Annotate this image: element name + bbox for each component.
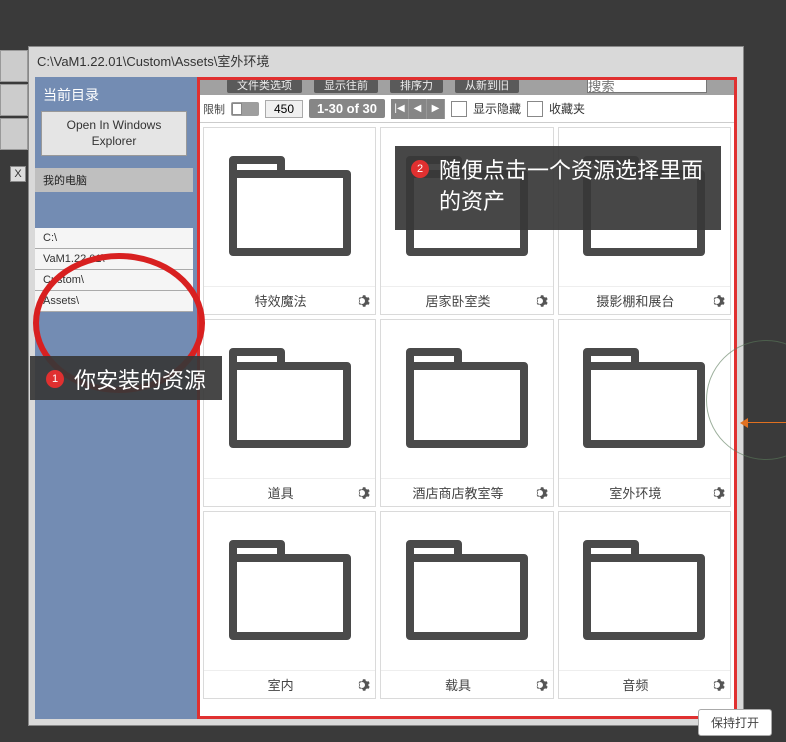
folder-thumbnail xyxy=(559,320,730,478)
gear-icon[interactable] xyxy=(531,484,549,502)
folder-thumbnail xyxy=(204,128,375,286)
toolbar-top: 文件类选项 显示往前 排序力 从新到旧 xyxy=(197,77,737,95)
open-explorer-button[interactable]: Open In Windows Explorer xyxy=(41,111,187,156)
callout-text-1: 你安装的资源 xyxy=(74,366,206,397)
folder-icon xyxy=(579,536,709,646)
sort-order-button[interactable]: 从新到旧 xyxy=(455,79,519,93)
folder-thumbnail xyxy=(381,320,552,478)
callout-text-2: 随便点击一个资源选择里面的资产 xyxy=(439,156,705,218)
folder-item[interactable]: 室内 xyxy=(203,511,376,699)
gear-icon[interactable] xyxy=(708,676,726,694)
gear-icon[interactable] xyxy=(531,292,549,310)
toolbar-mid: 限制 450 1-30 of 30 |◀ ◀ ▶ 显示隐藏 收藏夹 xyxy=(197,95,737,123)
folder-name: 音频 xyxy=(563,675,708,694)
folder-name: 居家卧室类 xyxy=(385,291,530,310)
folder-label-row: 室外环境 xyxy=(559,478,730,506)
gear-icon[interactable] xyxy=(353,676,371,694)
first-page-icon[interactable]: |◀ xyxy=(391,99,409,119)
limit-value[interactable]: 450 xyxy=(265,100,303,118)
folder-icon xyxy=(579,344,709,454)
my-computer-label[interactable]: 我的电脑 xyxy=(35,168,193,192)
folder-icon xyxy=(225,344,355,454)
path-item[interactable]: VaM1.22.01\ xyxy=(35,249,193,270)
search-input[interactable] xyxy=(587,79,707,93)
callout-2: 2 随便点击一个资源选择里面的资产 xyxy=(395,146,721,230)
folder-name: 道具 xyxy=(208,483,353,502)
folder-item[interactable]: 载具 xyxy=(380,511,553,699)
prev-page-icon[interactable]: ◀ xyxy=(409,99,427,119)
folder-name: 特效魔法 xyxy=(208,291,353,310)
folder-label-row: 室内 xyxy=(204,670,375,698)
callout-badge-1: 1 xyxy=(46,370,64,388)
gear-icon[interactable] xyxy=(531,676,549,694)
pagination-nav: |◀ ◀ ▶ xyxy=(391,99,445,119)
sidebar-title: 当前目录 xyxy=(35,77,193,111)
folder-item[interactable]: 道具 xyxy=(203,319,376,507)
path-item[interactable]: Custom\ xyxy=(35,270,193,291)
show-prev-button[interactable]: 显示往前 xyxy=(314,79,378,93)
side-tab[interactable] xyxy=(0,118,28,150)
limit-label: 限制 xyxy=(203,101,225,117)
folder-item[interactable]: 酒店商店教室等 xyxy=(380,319,553,507)
folder-thumbnail xyxy=(559,512,730,670)
folder-label-row: 音频 xyxy=(559,670,730,698)
gear-icon[interactable] xyxy=(708,484,726,502)
pagination-label: 1-30 of 30 xyxy=(309,99,385,118)
folder-item[interactable]: 特效魔法 xyxy=(203,127,376,315)
keep-open-button[interactable]: 保持打开 xyxy=(698,709,772,736)
folder-name: 室外环境 xyxy=(563,483,708,502)
folder-item[interactable]: 室外环境 xyxy=(558,319,731,507)
folder-thumbnail xyxy=(381,512,552,670)
folder-label-row: 居家卧室类 xyxy=(381,286,552,314)
side-tab[interactable] xyxy=(0,50,28,82)
path-item[interactable]: C:\ xyxy=(35,228,193,249)
path-breadcrumb-list: C:\ VaM1.22.01\ Custom\ Assets\ xyxy=(35,228,193,312)
close-icon[interactable]: X xyxy=(10,166,26,182)
path-item[interactable]: Assets\ xyxy=(35,291,193,312)
folder-name: 载具 xyxy=(385,675,530,694)
folder-name: 酒店商店教室等 xyxy=(385,483,530,502)
callout-1: 1 你安装的资源 xyxy=(30,356,222,400)
folder-name: 摄影棚和展台 xyxy=(563,291,708,310)
left-rail xyxy=(0,50,28,152)
folder-label-row: 酒店商店教室等 xyxy=(381,478,552,506)
sort-button[interactable]: 排序力 xyxy=(390,79,443,93)
callout-badge-2: 2 xyxy=(411,160,429,178)
file-options-button[interactable]: 文件类选项 xyxy=(227,79,302,93)
folder-label-row: 道具 xyxy=(204,478,375,506)
gear-icon[interactable] xyxy=(353,292,371,310)
show-hidden-checkbox[interactable] xyxy=(451,101,467,117)
gear-icon[interactable] xyxy=(708,292,726,310)
background-arrow-line xyxy=(742,422,786,423)
folder-name: 室内 xyxy=(208,675,353,694)
folder-label-row: 特效魔法 xyxy=(204,286,375,314)
next-page-icon[interactable]: ▶ xyxy=(427,99,445,119)
favorites-checkbox[interactable] xyxy=(527,101,543,117)
folder-icon xyxy=(402,344,532,454)
path-bar: C:\VaM1.22.01\Custom\Assets\室外环境 xyxy=(29,47,743,71)
gear-icon[interactable] xyxy=(353,484,371,502)
side-tab[interactable] xyxy=(0,84,28,116)
favorites-label: 收藏夹 xyxy=(549,100,585,117)
show-hidden-label: 显示隐藏 xyxy=(473,100,521,117)
folder-icon xyxy=(225,152,355,262)
folder-item[interactable]: 音频 xyxy=(558,511,731,699)
folder-label-row: 载具 xyxy=(381,670,552,698)
folder-label-row: 摄影棚和展台 xyxy=(559,286,730,314)
background-arrow-icon xyxy=(740,418,748,428)
folder-icon xyxy=(225,536,355,646)
folder-icon xyxy=(402,536,532,646)
slider-thumb[interactable] xyxy=(232,103,242,115)
limit-slider[interactable] xyxy=(231,102,259,116)
folder-thumbnail xyxy=(204,320,375,478)
folder-thumbnail xyxy=(204,512,375,670)
